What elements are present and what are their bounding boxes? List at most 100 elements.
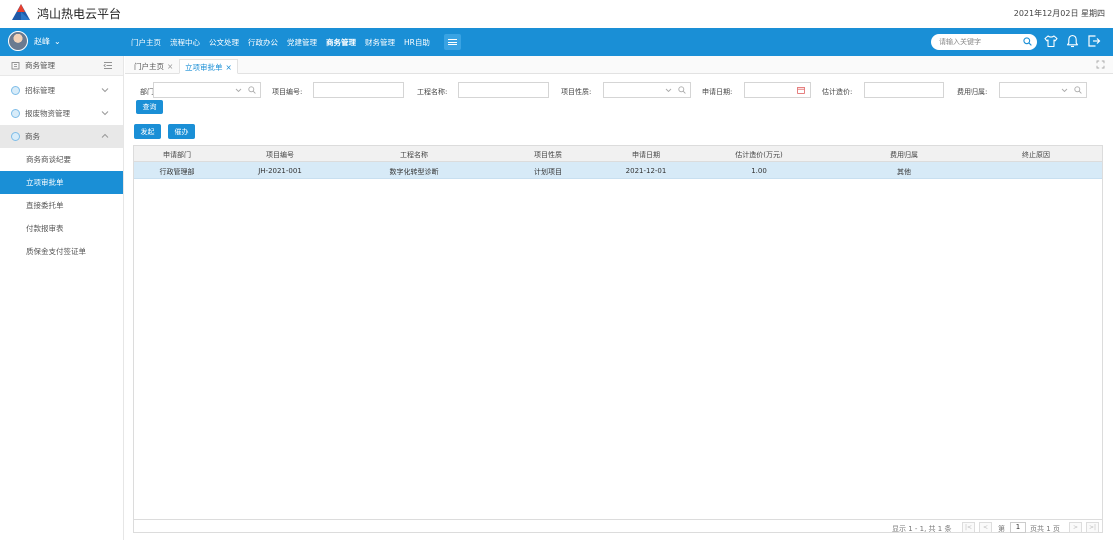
column-header[interactable]: 项目编号: [266, 150, 294, 160]
cell-est-cost: 1.00: [751, 167, 767, 175]
tab-label: 立项审批单: [185, 63, 223, 72]
search-box[interactable]: [931, 34, 1037, 50]
cell-cost-owner: 其他: [897, 168, 911, 176]
group-icon: [11, 109, 20, 118]
sidebar-group-business[interactable]: 商务: [0, 125, 123, 148]
search-icon[interactable]: [678, 86, 686, 94]
nav-item-hr[interactable]: HR自助: [404, 37, 430, 48]
first-page-button[interactable]: |<: [962, 522, 975, 533]
project-no-input[interactable]: [313, 82, 404, 98]
tab-label: 门户主页: [134, 62, 164, 71]
search-icon[interactable]: [1074, 86, 1082, 94]
tab-portal[interactable]: 门户主页 ×: [129, 59, 178, 74]
start-button[interactable]: 发起: [134, 124, 161, 139]
chevron-down-icon[interactable]: [101, 110, 109, 116]
sidebar-item-warranty-payment[interactable]: 质保金支付签证单: [0, 240, 123, 263]
prev-page-button[interactable]: <: [979, 522, 992, 533]
urge-button[interactable]: 催办: [168, 124, 195, 139]
project-type-select[interactable]: [603, 82, 691, 98]
project-type-label: 项目性质:: [561, 88, 592, 96]
menu-icon[interactable]: [443, 34, 461, 50]
nav-item-documents[interactable]: 公文处理: [209, 37, 239, 48]
sidebar-item-direct-commission[interactable]: 直接委托单: [0, 194, 123, 217]
nav-item-portal[interactable]: 门户主页: [131, 37, 161, 48]
sidebar: 商务管理 招标管理 报废物资管理 商务 商务商谈纪要 立项审批单 直接委托单 付…: [0, 56, 124, 540]
project-no-label: 项目编号:: [272, 88, 303, 96]
nav-item-party[interactable]: 党建管理: [287, 37, 317, 48]
fullscreen-icon[interactable]: [1096, 60, 1105, 69]
close-icon[interactable]: ×: [167, 62, 173, 71]
cell-project-no: JH-2021-001: [258, 167, 302, 175]
chevron-down-icon[interactable]: [665, 88, 672, 93]
column-header[interactable]: 费用归属: [890, 150, 918, 160]
search-input[interactable]: [939, 38, 1019, 46]
dept-select[interactable]: [153, 82, 261, 98]
sidebar-item-project-approval[interactable]: 立项审批单: [0, 171, 123, 194]
cell-project-name: 数字化转型诊断: [389, 168, 439, 176]
calendar-icon[interactable]: [797, 86, 805, 94]
search-icon[interactable]: [1023, 37, 1032, 46]
filter-form: 部门: 项目编号: 工程名称: 项目性质: 申请日期: 估计造价: 费用归属: …: [125, 76, 1113, 122]
pager-summary: 显示 1 - 1, 共 1 条: [892, 525, 952, 533]
sidebar-collapse-icon[interactable]: [103, 61, 113, 70]
sidebar-item-payment-review[interactable]: 付款报审表: [0, 217, 123, 240]
project-name-label: 工程名称:: [417, 88, 448, 96]
data-table: 申请部门 项目编号 工程名称 项目性质 申请日期 估计造价(万元) 费用归属 终…: [133, 145, 1103, 533]
search-icon[interactable]: [248, 86, 256, 94]
user-menu[interactable]: 赵峰 ⌄: [8, 31, 61, 51]
logout-icon[interactable]: [1087, 34, 1101, 48]
avatar[interactable]: [8, 31, 28, 51]
est-cost-label: 估计造价:: [822, 88, 853, 96]
next-page-button[interactable]: >: [1069, 522, 1082, 533]
project-name-input[interactable]: [458, 82, 549, 98]
nav-item-admin-office[interactable]: 行政办公: [248, 37, 278, 48]
chevron-down-icon[interactable]: [1061, 88, 1068, 93]
top-bar: 鸿山热电云平台 2021年12月02日 星期四: [0, 0, 1113, 26]
nav-item-finance[interactable]: 财务管理: [365, 37, 395, 48]
sidebar-group-scrap[interactable]: 报废物资管理: [0, 102, 123, 125]
chevron-up-icon[interactable]: [101, 133, 109, 139]
last-page-button[interactable]: >|: [1086, 522, 1099, 533]
building-icon: [11, 62, 20, 70]
column-header[interactable]: 估计造价(万元): [735, 150, 782, 160]
table-row[interactable]: 行政管理部 JH-2021-001 数字化转型诊断 计划项目 2021-12-0…: [134, 162, 1102, 179]
nav-item-business[interactable]: 商务管理: [326, 37, 356, 48]
chevron-down-icon[interactable]: [235, 88, 242, 93]
column-header[interactable]: 申请日期: [632, 150, 660, 160]
chevron-down-icon[interactable]: [101, 87, 109, 93]
page-suffix: 页共 1 页: [1030, 525, 1060, 533]
logo-icon: [12, 4, 30, 20]
column-header[interactable]: 工程名称: [400, 150, 428, 160]
apply-date-input[interactable]: [744, 82, 811, 98]
group-icon: [11, 132, 20, 141]
main-navbar: 赵峰 ⌄ 门户主页 流程中心 公文处理 行政办公 党建管理 商务管理 财务管理 …: [0, 28, 1113, 56]
page-number-input[interactable]: 1: [1010, 522, 1026, 533]
sidebar-header: 商务管理: [0, 56, 123, 76]
nav-icons: [1044, 34, 1109, 48]
column-header[interactable]: 项目性质: [534, 150, 562, 160]
table-header: 申请部门 项目编号 工程名称 项目性质 申请日期 估计造价(万元) 费用归属 终…: [134, 146, 1102, 162]
apply-date-label: 申请日期:: [702, 88, 733, 96]
nav-menu: 门户主页 流程中心 公文处理 行政办公 党建管理 商务管理 财务管理 HR自助: [131, 28, 461, 56]
tab-project-approval[interactable]: 立项审批单 ×: [179, 59, 238, 74]
sidebar-group-label: 报废物资管理: [25, 109, 70, 118]
page-prefix: 第: [998, 525, 1005, 533]
cell-project-type: 计划项目: [534, 168, 562, 176]
sidebar-header-label: 商务管理: [25, 61, 55, 70]
user-name[interactable]: 赵峰: [34, 36, 50, 47]
cost-owner-label: 费用归属:: [957, 88, 988, 96]
bell-icon[interactable]: [1066, 34, 1079, 48]
sidebar-item-meeting-minutes[interactable]: 商务商谈纪要: [0, 148, 123, 171]
chevron-down-icon[interactable]: ⌄: [54, 37, 61, 46]
shirt-icon[interactable]: [1044, 34, 1058, 48]
est-cost-input[interactable]: [864, 82, 944, 98]
nav-item-workflow[interactable]: 流程中心: [170, 37, 200, 48]
column-header[interactable]: 终止原因: [1022, 150, 1050, 160]
cost-owner-select[interactable]: [999, 82, 1087, 98]
current-date: 2021年12月02日 星期四: [1013, 9, 1105, 18]
query-button[interactable]: 查询: [136, 100, 163, 114]
sidebar-group-bidding[interactable]: 招标管理: [0, 79, 123, 102]
column-header[interactable]: 申请部门: [163, 150, 191, 160]
close-icon[interactable]: ×: [226, 63, 232, 72]
pagination: 显示 1 - 1, 共 1 条 |< < 第 1 页共 1 页 > >|: [134, 519, 1102, 533]
